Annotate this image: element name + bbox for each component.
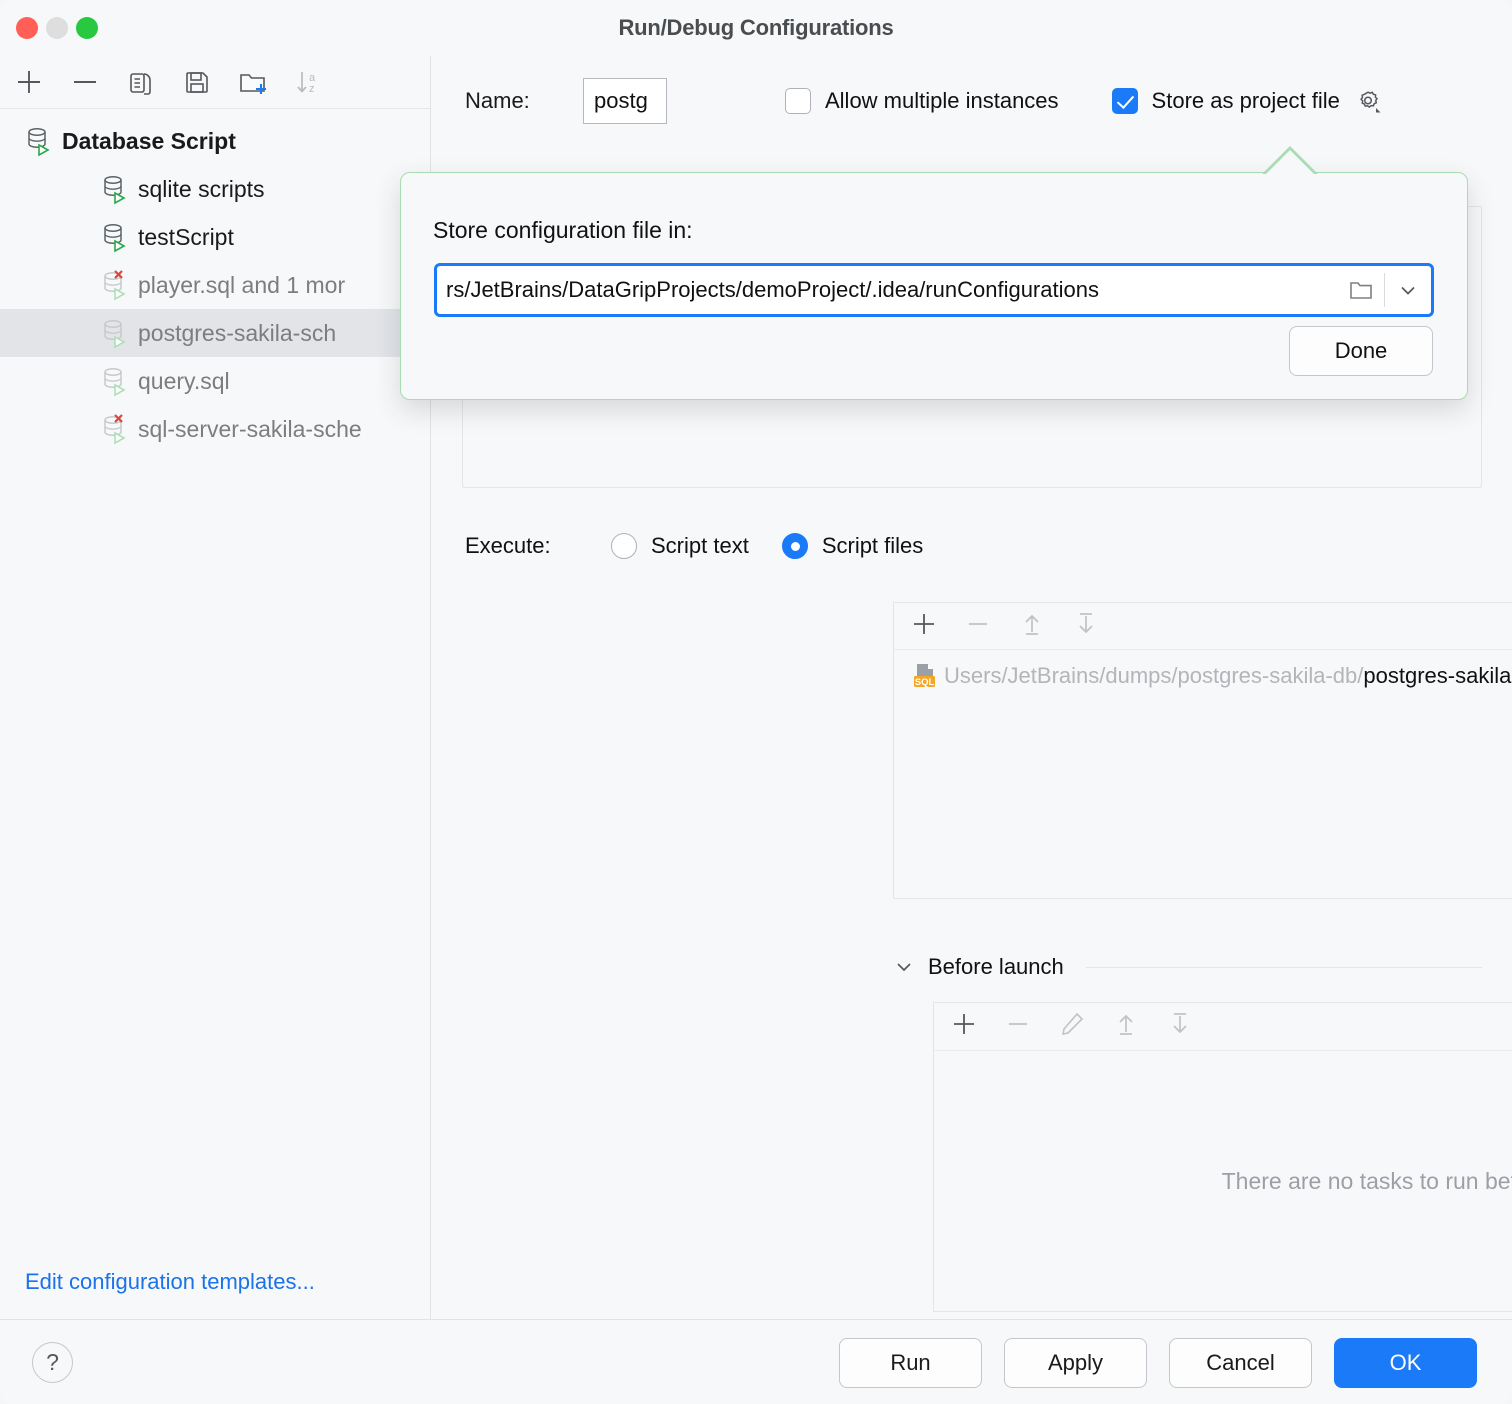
execute-script-text-label: Script text: [651, 533, 749, 559]
done-button[interactable]: Done: [1289, 326, 1433, 376]
title-bar: Run/Debug Configurations: [0, 0, 1512, 56]
edit-task-button[interactable]: [1058, 1010, 1086, 1043]
zoom-window-button[interactable]: [76, 17, 98, 39]
store-as-project-file-checkbox[interactable]: [1112, 88, 1138, 114]
apply-button[interactable]: Apply: [1004, 1338, 1147, 1388]
tree-item-testscript[interactable]: testScript: [0, 213, 430, 261]
execute-script-text-radio[interactable]: [611, 533, 637, 559]
tree-item-label: postgres-sakila-sch: [138, 320, 336, 347]
allow-multiple-instances-row[interactable]: Allow multiple instances: [785, 88, 1059, 114]
name-row: Name: postg Allow multiple instances Sto…: [432, 56, 1512, 112]
configurations-sidebar: a z Database Script: [0, 56, 431, 1319]
database-script-error-icon: [100, 413, 134, 445]
tree-item-label: sqlite scripts: [138, 176, 265, 203]
configurations-tree: Database Script sqlite scripts: [0, 109, 430, 453]
execute-script-files-label: Script files: [822, 533, 923, 559]
minimize-window-button[interactable]: [46, 17, 68, 39]
name-input[interactable]: postg: [583, 78, 667, 124]
cancel-button[interactable]: Cancel: [1169, 1338, 1312, 1388]
before-launch-panel: There are no tasks to run before launch: [933, 1002, 1512, 1312]
dialog-action-buttons: Run Apply Cancel OK: [839, 1338, 1477, 1388]
database-script-icon: [24, 125, 58, 157]
add-configuration-button[interactable]: [14, 67, 44, 97]
copy-configuration-button[interactable]: [126, 67, 156, 97]
add-task-button[interactable]: [950, 1010, 978, 1043]
add-script-file-button[interactable]: [910, 610, 938, 643]
gear-icon[interactable]: [1354, 87, 1382, 115]
store-as-project-file-row[interactable]: Store as project file: [1112, 87, 1382, 115]
tree-item-sql-server-sakila-schema[interactable]: sql-server-sakila-sche: [0, 405, 430, 453]
tree-item-label: Database Script: [62, 128, 236, 155]
sidebar-footer: Edit configuration templates...: [0, 1245, 431, 1319]
database-script-icon: [100, 365, 134, 397]
ok-button[interactable]: OK: [1334, 1338, 1477, 1388]
database-script-icon: [100, 173, 134, 205]
tree-item-query-sql[interactable]: query.sql: [0, 357, 430, 405]
execute-row: Execute: Script text Script files: [465, 533, 923, 559]
script-file-name: postgres-sakila-schema.sql: [1363, 663, 1512, 689]
execute-label: Execute:: [465, 533, 611, 559]
edit-configuration-templates-link[interactable]: Edit configuration templates...: [25, 1269, 315, 1295]
database-script-icon: [100, 221, 134, 253]
page-title: Run/Debug Configurations: [0, 15, 1512, 41]
chevron-down-icon[interactable]: [1385, 279, 1431, 301]
remove-configuration-button[interactable]: [70, 67, 100, 97]
script-file-path-prefix: Users/JetBrains/dumps/postgres-sakila-db…: [944, 663, 1363, 689]
move-script-file-down-button[interactable]: [1072, 610, 1100, 643]
allow-multiple-instances-label: Allow multiple instances: [825, 88, 1059, 114]
before-launch-toolbar: [934, 1003, 1512, 1051]
move-script-file-up-button[interactable]: [1018, 610, 1046, 643]
tree-item-label: player.sql and 1 mor: [138, 272, 345, 299]
save-configuration-button[interactable]: [182, 67, 212, 97]
allow-multiple-instances-checkbox[interactable]: [785, 88, 811, 114]
move-task-up-button[interactable]: [1112, 1010, 1140, 1043]
popup-title: Store configuration file in:: [433, 217, 693, 244]
close-window-button[interactable]: [16, 17, 38, 39]
move-task-down-button[interactable]: [1166, 1010, 1194, 1043]
tree-item-database-script[interactable]: Database Script: [0, 117, 430, 165]
sort-az-button[interactable]: a z: [294, 67, 324, 97]
run-button[interactable]: Run: [839, 1338, 982, 1388]
tree-item-sqlite-scripts[interactable]: sqlite scripts: [0, 165, 430, 213]
question-mark-icon: ?: [46, 1349, 59, 1376]
remove-script-file-button[interactable]: [964, 610, 992, 643]
script-files-toolbar: [894, 603, 1512, 650]
before-launch-label: Before launch: [928, 954, 1064, 980]
header-divider: [1086, 967, 1482, 968]
dialog-footer: ? Run Apply Cancel OK: [0, 1319, 1512, 1404]
svg-text:z: z: [309, 83, 315, 95]
execute-script-files-radio[interactable]: [782, 533, 808, 559]
tree-item-player-sql[interactable]: player.sql and 1 mor: [0, 261, 430, 309]
configuration-path-value[interactable]: rs/JetBrains/DataGripProjects/demoProjec…: [437, 277, 1338, 303]
store-configuration-popup: Store configuration file in: rs/JetBrain…: [400, 172, 1468, 400]
tree-item-postgres-sakila-schema[interactable]: postgres-sakila-sch: [0, 309, 430, 357]
sidebar-toolbar: a z: [0, 56, 430, 109]
chevron-down-icon[interactable]: [0, 131, 6, 151]
script-files-panel: SQL Users/JetBrains/dumps/postgres-sakil…: [893, 602, 1512, 899]
name-label: Name:: [465, 88, 583, 114]
configuration-path-field[interactable]: rs/JetBrains/DataGripProjects/demoProjec…: [434, 263, 1434, 317]
help-button[interactable]: ?: [32, 1342, 73, 1383]
tree-item-label: testScript: [138, 224, 234, 251]
sql-file-icon: SQL: [910, 661, 940, 691]
database-script-error-icon: [100, 269, 134, 301]
folder-icon[interactable]: [1338, 277, 1384, 303]
popup-arrow-fill: [1264, 150, 1316, 176]
remove-task-button[interactable]: [1004, 1010, 1032, 1043]
svg-text:SQL: SQL: [915, 677, 935, 688]
store-as-project-file-label: Store as project file: [1152, 88, 1340, 114]
tree-item-label: query.sql: [138, 368, 230, 395]
tree-item-label: sql-server-sakila-sche: [138, 416, 362, 443]
before-launch-empty-text: There are no tasks to run before launch: [934, 1051, 1512, 1311]
new-folder-button[interactable]: [238, 67, 268, 97]
chevron-down-icon[interactable]: [894, 957, 914, 977]
run-debug-configurations-window: Run/Debug Configurations: [0, 0, 1512, 1404]
script-file-row[interactable]: SQL Users/JetBrains/dumps/postgres-sakil…: [894, 650, 1512, 702]
before-launch-header: Before launch: [894, 954, 1482, 980]
database-script-icon: [100, 317, 134, 349]
traffic-lights: [16, 17, 98, 39]
